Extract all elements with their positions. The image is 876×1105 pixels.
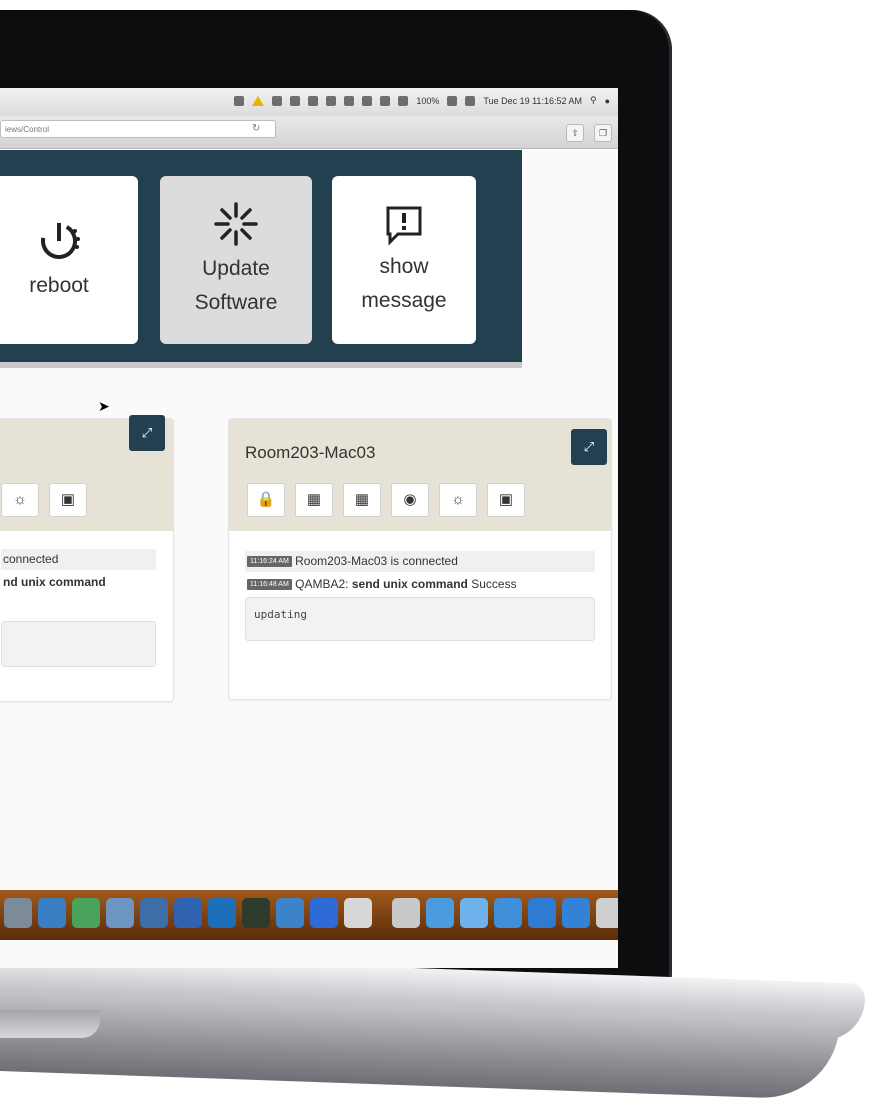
log-entry: connected bbox=[1, 549, 156, 570]
keyboard-icon[interactable] bbox=[465, 95, 476, 106]
timestamp-badge: 11:16:24 AM bbox=[247, 556, 292, 568]
message-small-icon[interactable]: ▣ bbox=[487, 483, 525, 517]
timestamp-badge: 11:16:48 AM bbox=[247, 579, 292, 591]
update-label-line2: Software bbox=[194, 291, 278, 314]
bluetooth-icon[interactable] bbox=[326, 95, 337, 106]
app-icon[interactable] bbox=[208, 898, 236, 928]
laptop-screen: 100% Tue Dec 19 11:16:52 AM ⚲ ● iews/Con… bbox=[0, 88, 618, 968]
tool-row: ☼ ▣ bbox=[1, 483, 87, 517]
command-output: updating bbox=[245, 597, 595, 641]
terminal-icon[interactable] bbox=[242, 898, 270, 928]
activity-log: 11:16:24 AM Room203-Mac03 is connected 1… bbox=[245, 551, 595, 597]
tabs-button[interactable]: ❐ bbox=[594, 124, 612, 142]
warning-icon[interactable] bbox=[252, 95, 265, 106]
update-software-button[interactable]: Update Software bbox=[160, 176, 312, 344]
wifi-icon[interactable] bbox=[380, 95, 391, 106]
downloads-icon[interactable] bbox=[460, 898, 488, 928]
log-entry: nd unix command bbox=[3, 575, 106, 589]
menu-bar: 100% Tue Dec 19 11:16:52 AM ⚲ ● bbox=[0, 88, 618, 116]
keyboard-icon[interactable]: ▦ bbox=[295, 483, 333, 517]
info-icon[interactable] bbox=[290, 95, 301, 106]
utility-icon[interactable] bbox=[344, 898, 372, 928]
menu-bar-status-items: 100% Tue Dec 19 11:16:52 AM ⚲ ● bbox=[234, 95, 610, 106]
clock[interactable]: Tue Dec 19 11:16:52 AM bbox=[483, 96, 582, 106]
expand-icon[interactable]: ⤢ bbox=[571, 429, 607, 465]
document-icon[interactable] bbox=[392, 898, 420, 928]
mouse-cursor-icon: ➤ bbox=[98, 398, 110, 414]
card-header: ⤢ ☼ ▣ bbox=[0, 415, 173, 531]
trash-icon[interactable] bbox=[596, 898, 618, 928]
laptop-notch bbox=[0, 1010, 100, 1038]
log-entry: 11:16:24 AM Room203-Mac03 is connected bbox=[245, 551, 595, 572]
message-label-line2: message bbox=[361, 289, 447, 312]
reboot-button[interactable]: reboot bbox=[0, 176, 138, 344]
activity-log: connected nd unix command bbox=[1, 549, 156, 595]
card-header: Room203-Mac03 ⤢ 🔒 ▦ ▦ ◉ ☼ ▣ bbox=[229, 419, 611, 531]
display-icon[interactable] bbox=[234, 95, 245, 106]
device-card-room203-mac03: Room203-Mac03 ⤢ 🔒 ▦ ▦ ◉ ☼ ▣ 11:16:24 AM … bbox=[228, 418, 612, 700]
power-icon bbox=[41, 223, 80, 260]
word-app-icon[interactable] bbox=[174, 898, 202, 928]
device-name: Room203-Mac03 bbox=[245, 443, 376, 462]
address-bar[interactable]: iews/Control bbox=[0, 120, 276, 138]
loading-spinner-icon bbox=[214, 202, 258, 247]
brightness-icon[interactable]: ☼ bbox=[439, 483, 477, 517]
battery-icon[interactable] bbox=[447, 95, 458, 106]
browser-icon[interactable] bbox=[276, 898, 304, 928]
folder-icon[interactable] bbox=[494, 898, 522, 928]
command-output bbox=[1, 621, 156, 667]
action-panel: reboot Update Software show message bbox=[0, 150, 522, 368]
device-card-left: ⤢ ☼ ▣ connected nd unix command bbox=[0, 415, 174, 702]
brightness-icon[interactable]: ☼ bbox=[1, 483, 39, 517]
command-icon[interactable]: ▦ bbox=[343, 483, 381, 517]
message-label-line1: show bbox=[379, 255, 429, 279]
photos-app-icon[interactable] bbox=[106, 898, 134, 928]
money-app-icon[interactable] bbox=[72, 898, 100, 928]
user-icon[interactable]: ● bbox=[605, 96, 610, 106]
safari-icon[interactable] bbox=[310, 898, 338, 928]
reload-icon[interactable]: ↻ bbox=[252, 123, 260, 134]
battery-percent[interactable]: 100% bbox=[416, 96, 439, 106]
dock bbox=[0, 890, 618, 940]
time-machine-icon[interactable] bbox=[362, 95, 373, 106]
share-button[interactable]: ⇧ bbox=[566, 124, 584, 142]
log-entry: 11:16:48 AM QAMBA2: send unix command Su… bbox=[245, 574, 595, 595]
tool-row: 🔒 ▦ ▦ ◉ ☼ ▣ bbox=[247, 483, 525, 517]
update-label-line1: Update bbox=[202, 257, 270, 281]
lock-icon[interactable]: 🔒 bbox=[247, 483, 285, 517]
message-icon bbox=[386, 206, 422, 247]
airplay-icon[interactable] bbox=[344, 95, 355, 106]
folder-icon[interactable] bbox=[426, 898, 454, 928]
expand-icon[interactable]: ⤢ bbox=[129, 415, 165, 451]
spotlight-icon[interactable]: ⚲ bbox=[590, 95, 597, 106]
volume-icon[interactable] bbox=[398, 95, 409, 106]
dock-icons bbox=[4, 898, 618, 928]
finder-window-icon[interactable] bbox=[140, 898, 168, 928]
reboot-label: reboot bbox=[29, 274, 89, 298]
globe-icon[interactable] bbox=[562, 898, 590, 928]
screen-sharing-icon[interactable] bbox=[38, 898, 66, 928]
browser-toolbar: iews/Control ↻ ⇧ ❐ bbox=[0, 116, 618, 149]
dropbox-icon[interactable] bbox=[272, 95, 283, 106]
cloud-icon[interactable] bbox=[308, 95, 319, 106]
system-prefs-icon[interactable] bbox=[4, 898, 32, 928]
globe-icon[interactable] bbox=[528, 898, 556, 928]
show-message-button[interactable]: show message bbox=[332, 176, 476, 344]
volume-icon[interactable]: ◉ bbox=[391, 483, 429, 517]
message-small-icon[interactable]: ▣ bbox=[49, 483, 87, 517]
